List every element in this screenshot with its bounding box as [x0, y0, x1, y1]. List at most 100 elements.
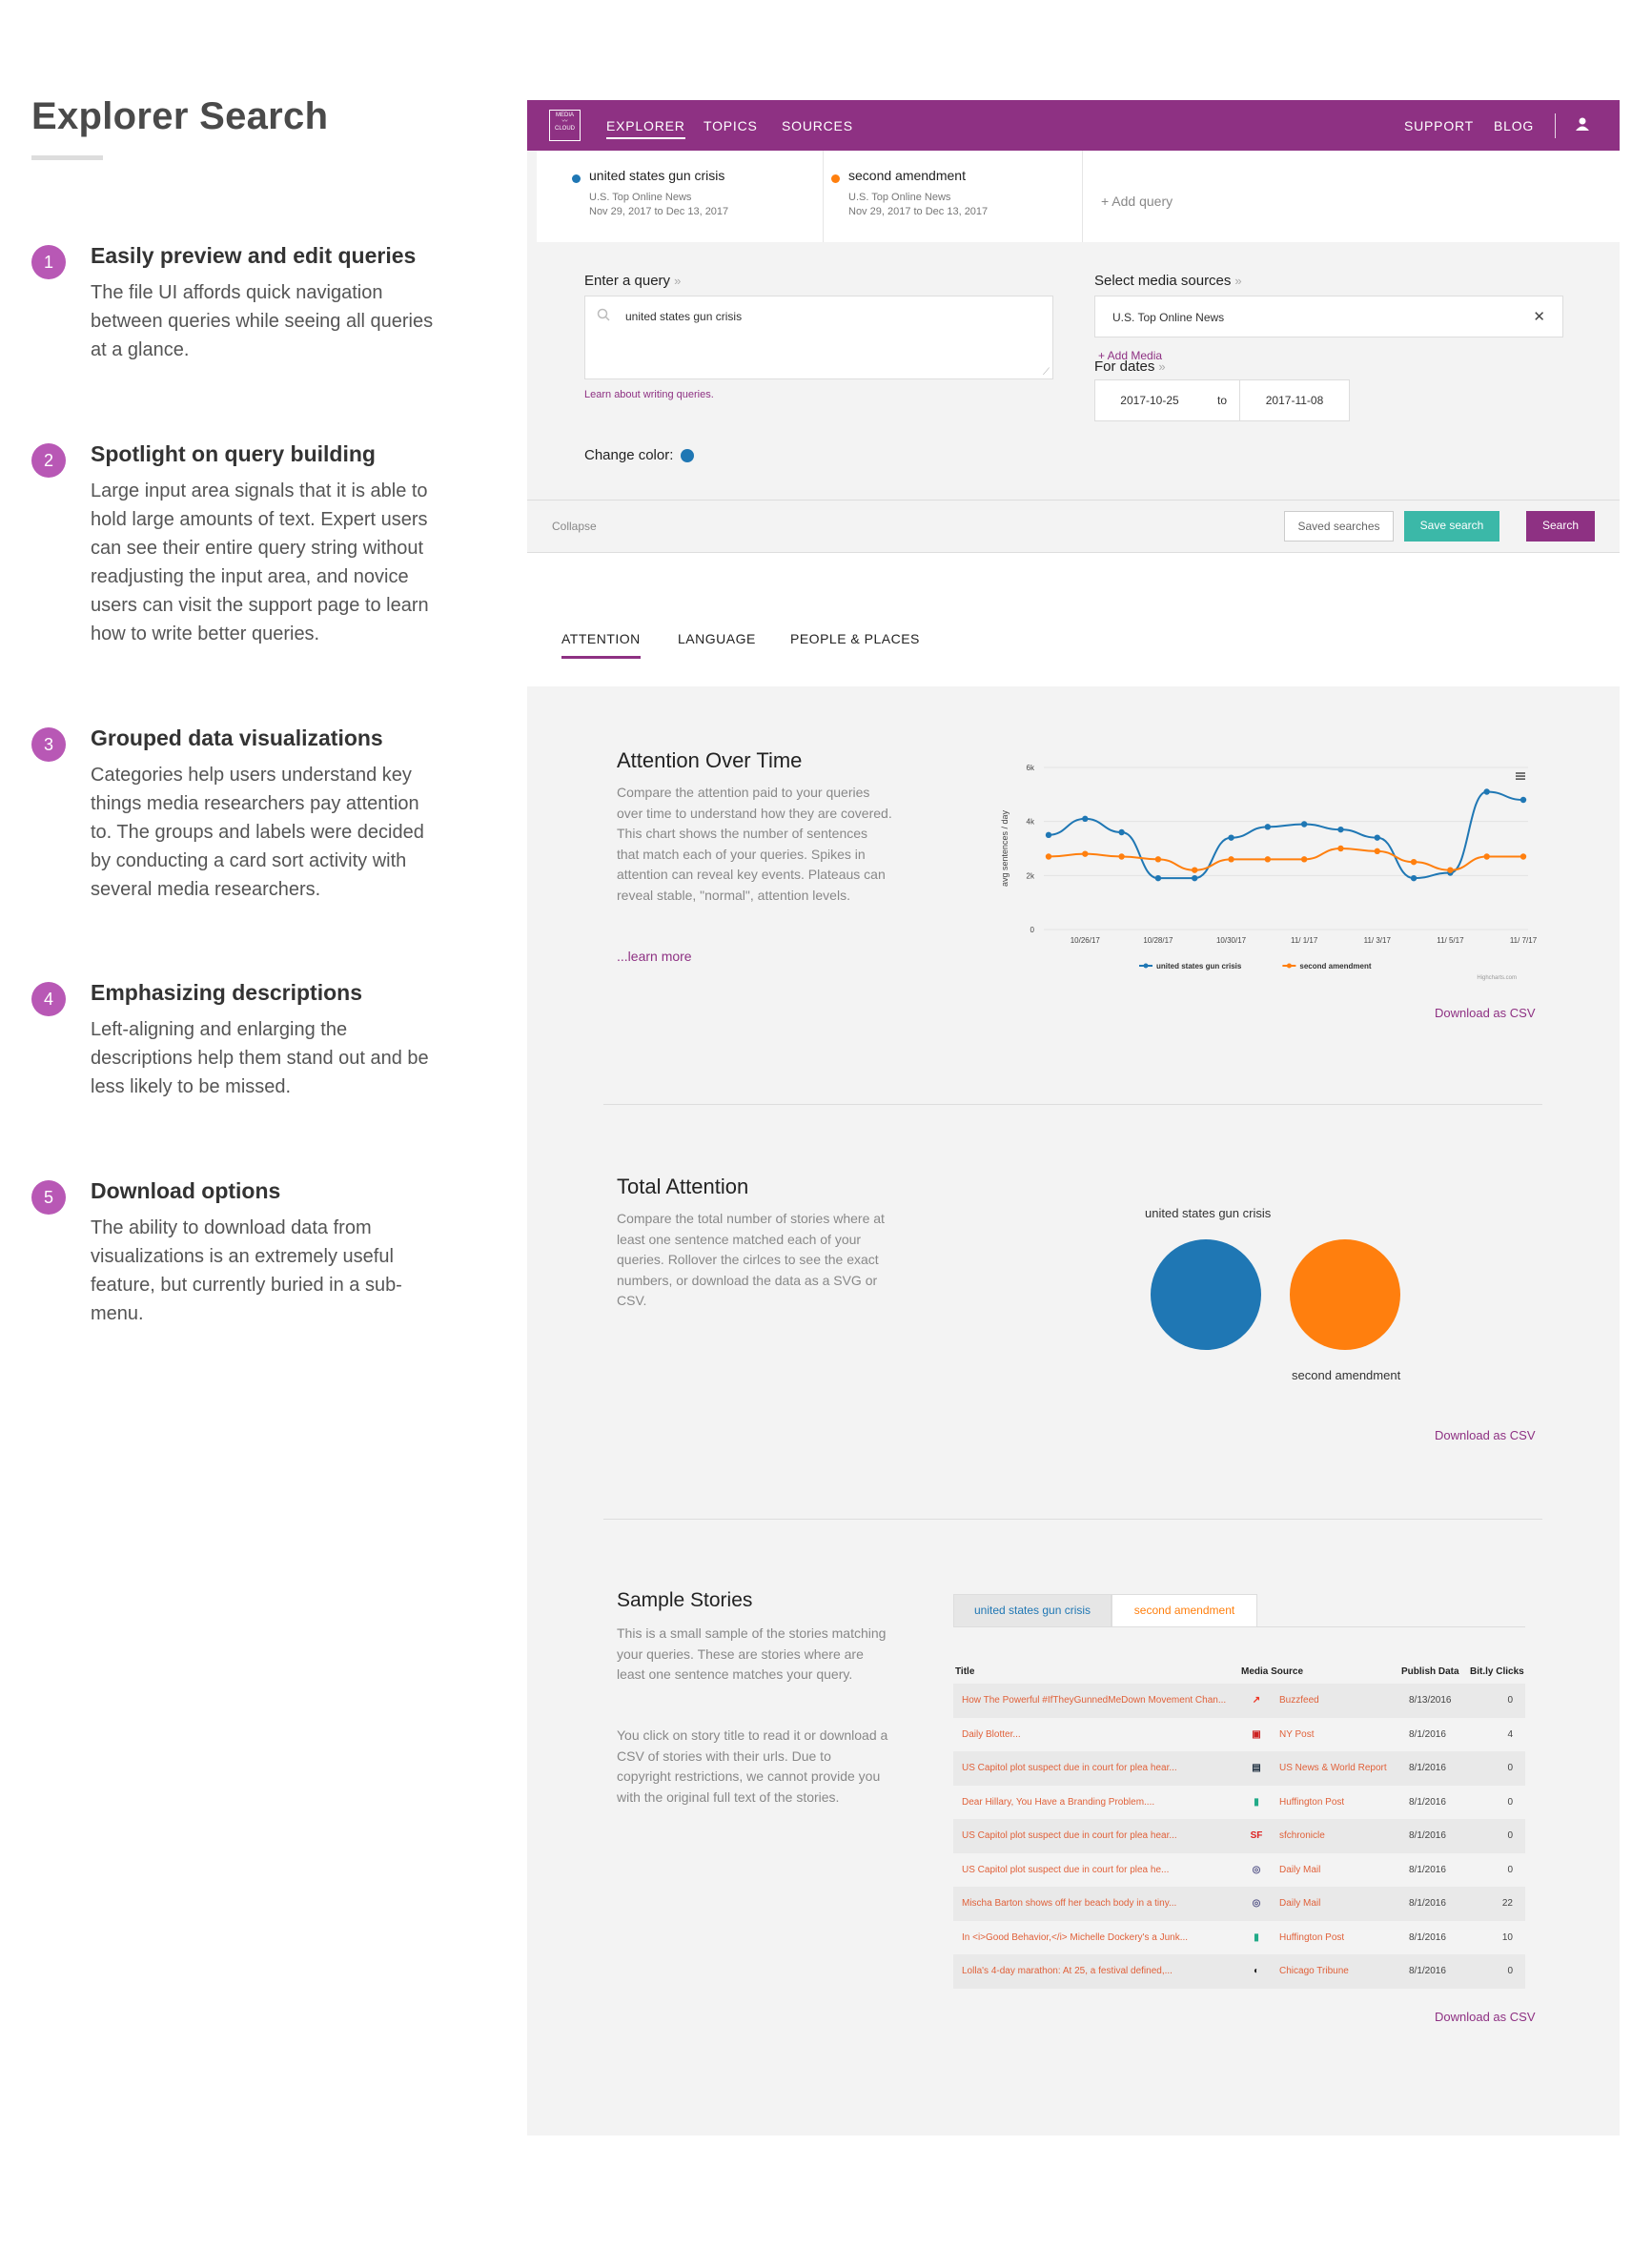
query-name: united states gun crisis: [589, 168, 725, 183]
media-cloud-logo[interactable]: MEDIA 〰 CLOUD: [549, 110, 581, 141]
query-name: second amendment: [848, 168, 966, 183]
learn-queries-link[interactable]: Learn about writing queries.: [584, 389, 714, 400]
feature-title: Grouped data visualizations: [91, 725, 383, 750]
publish-date: 8/13/2016: [1409, 1695, 1452, 1706]
data-point: [1374, 834, 1380, 841]
click-count: 0: [1507, 1966, 1513, 1976]
sample-stories-description: This is a small sample of the stories ma…: [617, 1625, 887, 1682]
data-point: [1410, 874, 1417, 882]
close-icon[interactable]: ✕: [1533, 308, 1545, 325]
table-row: US Capitol plot suspect due in court for…: [953, 1853, 1525, 1888]
feature-item: 3 Grouped data visualizations Categories h…: [31, 725, 441, 904]
story-title-link[interactable]: Daily Blotter...: [962, 1718, 1234, 1751]
media-source-link[interactable]: Chicago Tribune: [1279, 1954, 1349, 1988]
date-to-input[interactable]: 2017-11-08: [1239, 379, 1350, 421]
search-button[interactable]: Search: [1526, 511, 1595, 542]
data-point: [1264, 824, 1272, 830]
data-point: [1045, 853, 1052, 860]
query-input[interactable]: united states gun crisis ⟋: [584, 296, 1053, 379]
story-title-link[interactable]: How The Powerful #IfTheyGunnedMeDown Mov…: [962, 1684, 1234, 1717]
nav-sources[interactable]: SOURCES: [782, 118, 853, 133]
date-from-input[interactable]: 2017-10-25: [1094, 379, 1205, 421]
bubble-second-amendment[interactable]: [1290, 1239, 1400, 1350]
table-row: US Capitol plot suspect due in court for…: [953, 1819, 1525, 1853]
download-csv-link[interactable]: Download as CSV: [1435, 1006, 1536, 1020]
color-swatch[interactable]: [681, 449, 695, 463]
collapse-button[interactable]: Collapse: [552, 520, 597, 533]
sample-stories-title: Sample Stories: [617, 1589, 753, 1611]
story-title-link[interactable]: US Capitol plot suspect due in court for…: [962, 1819, 1234, 1852]
app-screenshot: MEDIA 〰 CLOUD EXPLORER TOPICS SOURCES SUPP…: [527, 100, 1620, 2136]
media-source-link[interactable]: Daily Mail: [1279, 1853, 1320, 1887]
click-count: 0: [1507, 1796, 1513, 1808]
media-source-link[interactable]: Daily Mail: [1279, 1887, 1320, 1920]
media-source-link[interactable]: NY Post: [1279, 1718, 1315, 1751]
download-csv-link[interactable]: Download as CSV: [1435, 2010, 1536, 2024]
media-source-link[interactable]: US News & World Report: [1279, 1751, 1387, 1785]
data-point: [1300, 856, 1308, 863]
total-attention-description: Compare the total number of stories wher…: [617, 1211, 885, 1308]
data-point: [1154, 856, 1162, 863]
dailymail-icon: ◎: [1252, 1864, 1261, 1875]
story-title-link[interactable]: Dear Hillary, You Have a Branding Proble…: [962, 1786, 1234, 1819]
story-title-link[interactable]: US Capitol plot suspect due in court for…: [962, 1853, 1234, 1887]
story-tab-second-amendment[interactable]: second amendment: [1112, 1594, 1257, 1627]
nav-topics[interactable]: TOPICS: [704, 118, 758, 133]
left-panel: Explorer Search: [31, 95, 441, 160]
huffpost-icon: ▮: [1254, 1796, 1259, 1808]
resize-handle-icon[interactable]: ⟋: [1043, 367, 1050, 378]
data-point: [1082, 850, 1089, 857]
story-tab-gun-crisis[interactable]: united states gun crisis: [953, 1594, 1112, 1627]
nav-support[interactable]: SUPPORT: [1404, 118, 1474, 133]
bubble-gun-crisis[interactable]: [1151, 1239, 1261, 1350]
click-count: 0: [1507, 1763, 1513, 1773]
add-query-button[interactable]: + Add query: [1101, 194, 1173, 209]
tab-attention[interactable]: ATTENTION: [561, 631, 641, 659]
media-source-link[interactable]: Huffington Post: [1279, 1786, 1344, 1819]
query-builder: Enter a query» united states gun crisis …: [527, 242, 1620, 500]
feature-description: The file UI affords quick navigation bet…: [91, 282, 434, 360]
feature-title: Easily preview and edit queries: [91, 243, 417, 268]
feature-item: 4 Emphasizing descriptions Left-aligning a…: [31, 980, 441, 1101]
legend-marker: [1286, 963, 1292, 969]
data-point: [1154, 874, 1162, 882]
top-nav: MEDIA 〰 CLOUD EXPLORER TOPICS SOURCES SUPP…: [527, 100, 1620, 151]
section-divider: [603, 1519, 1542, 1520]
media-source-link[interactable]: Buzzfeed: [1279, 1684, 1319, 1717]
query-tab-2[interactable]: second amendment U.S. Top Online News Nov…: [824, 151, 1083, 242]
save-search-button[interactable]: Save search: [1404, 511, 1499, 542]
media-source-field[interactable]: U.S. Top Online News ✕: [1094, 296, 1563, 337]
nav-blog[interactable]: BLOG: [1494, 118, 1534, 133]
builder-footer: Collapse Saved searches Save search Sear…: [527, 500, 1620, 553]
tab-language[interactable]: LANGUAGE: [678, 631, 756, 646]
media-source-link[interactable]: sfchronicle: [1279, 1819, 1325, 1852]
feature-title: Download options: [91, 1178, 281, 1203]
query-tab-1[interactable]: united states gun crisis U.S. Top Online…: [564, 151, 824, 242]
feature-description: Large input area signals that it is able…: [91, 480, 429, 644]
nav-explorer[interactable]: EXPLORER: [606, 118, 685, 139]
media-source-link[interactable]: Huffington Post: [1279, 1921, 1344, 1954]
buzzfeed-icon: ↗: [1252, 1695, 1261, 1706]
nypost-icon: ▣: [1252, 1728, 1261, 1740]
change-color[interactable]: Change color:: [584, 447, 695, 463]
data-point: [1228, 834, 1234, 841]
attention-line-chart: 0 2k 4k 6k avg sentences / day 10/26/17 10/28/…: [1000, 764, 1538, 981]
feature-description: Categories help users understand key thi…: [91, 765, 424, 900]
query-color-dot: [572, 174, 581, 183]
data-point: [1118, 853, 1125, 860]
learn-more-link[interactable]: ...learn more: [617, 949, 692, 964]
user-icon[interactable]: [1575, 116, 1590, 132]
story-title-link[interactable]: In <i>Good Behavior,</i> Michelle Docker…: [962, 1921, 1234, 1954]
tab-people-places[interactable]: PEOPLE & PLACES: [790, 631, 920, 646]
story-title-link[interactable]: US Capitol plot suspect due in court for…: [962, 1751, 1234, 1785]
story-title-link[interactable]: Lolla's 4-day marathon: At 25, a festiva…: [962, 1954, 1234, 1988]
dates-label: For dates»: [1094, 358, 1166, 375]
saved-searches-button[interactable]: Saved searches: [1284, 511, 1394, 542]
media-label: Select media sources»: [1094, 273, 1242, 289]
feature-number: 2: [31, 443, 66, 478]
col-media-source: Media Source: [1241, 1666, 1304, 1677]
download-csv-link[interactable]: Download as CSV: [1435, 1428, 1536, 1442]
y-tick-label: 2k: [1027, 871, 1035, 880]
story-title-link[interactable]: Mischa Barton shows off her beach body i…: [962, 1887, 1234, 1920]
data-point: [1447, 867, 1454, 873]
